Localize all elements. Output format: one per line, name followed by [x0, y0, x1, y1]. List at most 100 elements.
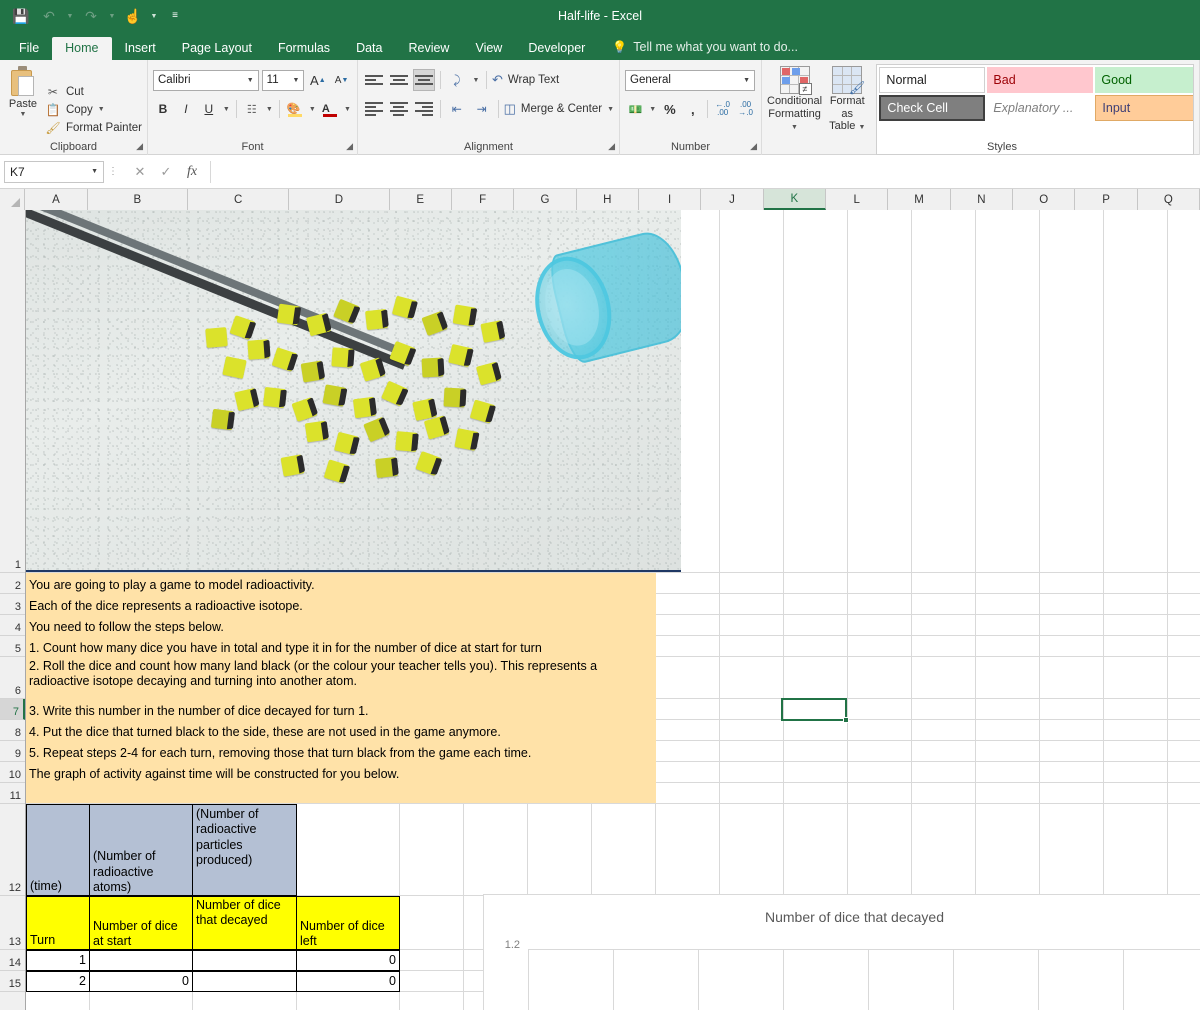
underline-button[interactable]: U — [199, 98, 219, 120]
decrease-decimal-button[interactable]: .00 →.0 — [735, 98, 756, 120]
tab-view[interactable]: View — [462, 37, 515, 61]
column-header-j[interactable]: J — [701, 189, 764, 210]
chevron-down-icon[interactable]: ▼ — [607, 106, 614, 113]
font-color-dropdown-icon[interactable]: ▼ — [343, 98, 352, 120]
orientation-button[interactable]: ⤸ — [446, 69, 468, 91]
orientation-dropdown-icon[interactable]: ▼ — [471, 69, 481, 91]
accounting-format-button[interactable]: 💵 — [625, 98, 646, 120]
font-size-combo[interactable]: 11 ▼ — [261, 69, 305, 91]
cell-A13[interactable]: Turn — [26, 896, 90, 950]
number-format-combo[interactable]: General ▼ — [625, 69, 755, 91]
save-icon[interactable]: 💾 — [8, 4, 34, 28]
tab-developer[interactable]: Developer — [515, 37, 598, 61]
touch-mode-dropdown-icon[interactable]: ▼ — [148, 4, 160, 28]
underline-dropdown-icon[interactable]: ▼ — [222, 98, 231, 120]
align-right-button[interactable] — [413, 98, 435, 120]
selected-cell-k7[interactable] — [781, 698, 849, 723]
row-header-4[interactable]: 4 — [0, 615, 25, 636]
cell-B14[interactable] — [89, 950, 193, 971]
row-header-8[interactable]: 8 — [0, 720, 25, 741]
font-dialog-launcher-icon[interactable]: ◢ — [346, 141, 353, 152]
italic-button[interactable]: I — [176, 98, 196, 120]
fill-color-button[interactable]: 🎨 — [285, 98, 305, 120]
cell-A9[interactable]: 5. Repeat steps 2-4 for each turn, remov… — [26, 741, 671, 762]
tab-page-layout[interactable]: Page Layout — [169, 37, 265, 61]
column-header-d[interactable]: D — [289, 189, 390, 210]
cell-A7[interactable]: 3. Write this number in the number of di… — [26, 699, 666, 720]
row-header-10[interactable]: 10 — [0, 762, 25, 783]
style-normal[interactable]: Normal — [879, 67, 986, 93]
style-good[interactable]: Good — [1095, 67, 1194, 93]
formula-input[interactable] — [210, 160, 1196, 183]
alignment-dialog-launcher-icon[interactable]: ◢ — [608, 141, 615, 152]
undo-dropdown-icon[interactable]: ▼ — [64, 4, 76, 28]
borders-button[interactable]: ☷ — [242, 98, 262, 120]
chevron-down-icon[interactable]: ▼ — [289, 77, 300, 84]
undo-icon[interactable]: ↶ — [36, 4, 62, 28]
insert-function-icon[interactable]: fx — [180, 161, 204, 183]
tab-insert[interactable]: Insert — [112, 37, 169, 61]
cell-D14[interactable]: 0 — [296, 950, 400, 971]
row-header-14[interactable]: 14 — [0, 950, 25, 971]
formula-bar-grip[interactable]: ⋮ — [104, 166, 122, 177]
column-header-c[interactable]: C — [188, 189, 290, 210]
row-header-15[interactable]: 15 — [0, 971, 25, 992]
cell-B13[interactable]: Number of dice at start — [89, 896, 193, 950]
enter-icon[interactable]: ✓ — [154, 161, 178, 183]
increase-indent-button[interactable]: ⇥ — [471, 98, 493, 120]
row-header-7[interactable]: 7 — [0, 699, 25, 720]
cell-B15[interactable]: 0 — [89, 971, 193, 992]
decay-chart[interactable]: Number of dice that decayed 1.2 — [483, 894, 1200, 1010]
tab-review[interactable]: Review — [395, 37, 462, 61]
align-middle-button[interactable] — [388, 69, 410, 91]
copy-button[interactable]: 📋 Copy ▼ — [45, 102, 142, 117]
font-color-button[interactable]: A — [320, 98, 340, 120]
format-as-table-button[interactable]: 🖌 Format as Table ▼ — [824, 64, 870, 155]
comma-style-button[interactable]: , — [682, 98, 703, 120]
tab-file[interactable]: File — [6, 37, 52, 61]
decrease-font-size-button[interactable]: A ▼ — [331, 69, 352, 91]
fill-handle[interactable] — [843, 717, 849, 723]
column-header-k[interactable]: K — [763, 189, 826, 210]
align-top-button[interactable] — [363, 69, 385, 91]
decrease-indent-button[interactable]: ⇤ — [446, 98, 468, 120]
chevron-down-icon[interactable]: ▼ — [243, 77, 254, 84]
format-painter-button[interactable]: 🖌 Format Painter — [45, 120, 142, 135]
column-header-e[interactable]: E — [389, 189, 452, 210]
align-left-button[interactable] — [363, 98, 385, 120]
cut-button[interactable]: ✂ Cut — [45, 84, 142, 99]
tab-data[interactable]: Data — [343, 37, 395, 61]
column-header-i[interactable]: I — [638, 189, 702, 210]
cell-A2[interactable]: You are going to play a game to model ra… — [26, 573, 666, 594]
row-header-13[interactable]: 13 — [0, 896, 25, 950]
redo-dropdown-icon[interactable]: ▼ — [106, 4, 118, 28]
column-header-g[interactable]: G — [514, 189, 577, 210]
cell-C12[interactable]: (Number of radioactive particles produce… — [192, 804, 297, 896]
cell-D13[interactable]: Number of dice left — [296, 896, 400, 950]
style-bad[interactable]: Bad — [987, 67, 1094, 93]
cell-A6[interactable]: 2. Roll the dice and count how many land… — [26, 657, 658, 699]
tell-me-box[interactable]: 💡 Tell me what you want to do... — [598, 35, 808, 60]
row-header-6[interactable]: 6 — [0, 657, 25, 699]
touch-mode-icon[interactable]: ☝ — [120, 4, 146, 28]
tab-home[interactable]: Home — [52, 36, 112, 60]
cancel-icon[interactable]: ✕ — [128, 161, 152, 183]
style-input[interactable]: Input — [1095, 95, 1194, 121]
font-name-combo[interactable]: Calibri ▼ — [153, 69, 259, 91]
increase-decimal-button[interactable]: ←.0.00 — [712, 98, 733, 120]
cell-C14[interactable] — [192, 950, 297, 971]
cell-A3[interactable]: Each of the dice represents a radioactiv… — [26, 594, 666, 615]
column-header-n[interactable]: N — [950, 189, 1014, 210]
cell-A5[interactable]: 1. Count how many dice you have in total… — [26, 636, 671, 657]
tab-formulas[interactable]: Formulas — [265, 37, 343, 61]
cell-C13[interactable]: Number of dice that decayed — [192, 896, 297, 950]
accounting-dropdown-icon[interactable]: ▼ — [648, 98, 658, 120]
row-header-12[interactable]: 12 — [0, 804, 25, 896]
chevron-down-icon[interactable]: ▼ — [739, 77, 750, 84]
row-header-9[interactable]: 9 — [0, 741, 25, 762]
column-header-o[interactable]: O — [1013, 189, 1076, 210]
cell-A4[interactable]: You need to follow the steps below. — [26, 615, 666, 636]
customize-qat-icon[interactable]: ≡ — [162, 4, 188, 28]
column-header-m[interactable]: M — [888, 189, 951, 210]
conditional-formatting-button[interactable]: ≠ Conditional Formatting ▼ — [767, 64, 822, 155]
